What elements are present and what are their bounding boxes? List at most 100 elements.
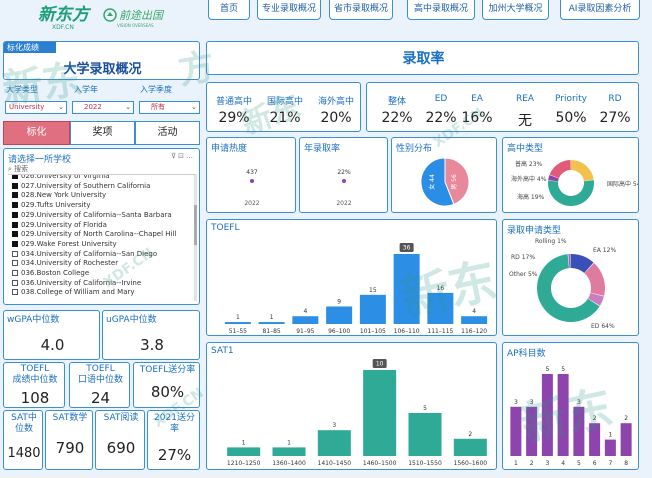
focus-icon[interactable]: ⊡ [178,152,186,160]
search-input[interactable]: 搜索 [14,165,28,173]
school-name: 029.Tufts University [21,201,91,210]
heat-chart: 437 2022 [244,169,259,207]
bar [359,294,386,324]
tick-label: 4 [561,460,565,467]
school-list-item[interactable]: 028.New York University [12,191,106,199]
sat-bar-chart: 1 1210–1250 1 1360–1400 3 1410–1450 10 1460–150… [227,359,487,467]
school-list-item[interactable]: 029.University of North Carolina--Chapel… [12,230,176,238]
bar-label: 10 [376,361,384,368]
school-name: 036.University of California--Irvine [21,278,142,287]
chart-title: SAT1 [211,346,234,356]
tab-activities[interactable]: 活动 [135,121,200,145]
nav-major[interactable]: 专业录取概况 [257,0,321,20]
slice-label: Rolling 1% [535,238,567,245]
filter-label-season: 入学季度 [140,85,172,94]
school-name: 036.Boston College [21,269,90,277]
bar-label: 15 [369,287,377,294]
checkbox[interactable] [12,279,18,286]
tick-label: 8 [624,460,628,467]
school-list-item[interactable]: 029.University of California--Santa Barb… [12,211,172,219]
sat-panel: SAT1 1 1210–1250 1 1360–1400 3 1410–1450 10 146… [206,342,497,470]
tick-label: 91–95 [296,328,314,335]
bar-label: 3 [514,399,518,406]
checkbox[interactable] [12,202,18,209]
school-list-item[interactable]: 034.University of California--San Diego [12,250,157,258]
search-row[interactable]: ⌕ 搜索 [8,165,196,175]
nav-province[interactable]: 省市录取概况 [329,0,393,20]
gender-pie: 女 44 男 56 [420,157,470,207]
checkbox[interactable] [12,175,18,179]
school-list-item[interactable]: 029.University of Florida [12,221,107,229]
rate-value: 16% [461,110,493,126]
checkbox[interactable] [12,289,18,296]
more-icon[interactable]: … [186,152,195,160]
checkbox[interactable] [12,250,18,257]
school-name: 029.University of Florida [21,220,107,229]
stat-label: 率 [169,424,179,434]
bar [408,413,442,456]
checkbox[interactable] [12,270,18,276]
school-name: 029.Wake Forest University [21,239,117,248]
tab-standardized[interactable]: 标化 [3,121,70,145]
school-list-item[interactable]: 036.Boston College [12,269,89,277]
stat-wgpa: wGPA中位数 4.0 [3,310,100,360]
stat-toefl-pass: TOEFL送分率 80% [133,362,200,408]
nav-highschool[interactable]: 高中录取概况 [407,0,475,20]
rate-by-round: 整体 ED EA REA Priority RD 22% 22% 16% 无 5… [366,82,639,132]
tick-label: 7 [608,460,612,467]
school-list-item[interactable]: 036.University of California--Irvine [12,279,141,287]
school-list-item[interactable]: 027.University of Southern California [12,182,150,190]
checkbox[interactable] [12,211,18,218]
checkbox[interactable] [12,260,18,267]
overview-header: 标化成绩 大学录取概况 [3,41,200,80]
chevron-down-icon: ⌄ [58,103,64,111]
bar-label: 16 [437,285,445,292]
bar [427,292,454,324]
checkbox[interactable] [12,240,18,247]
annual-rate-panel: 年录取率 22% 2022 [299,137,388,213]
rate-value: 22% [381,110,413,126]
stat-label: SAT中 [11,413,37,423]
stat-label: uGPA中位数 [106,315,157,325]
bar [557,374,569,456]
school-list-item[interactable]: 029.Tufts University [12,201,91,209]
donut-slice [571,160,594,182]
nav-home[interactable]: 首页 [208,0,250,20]
hs-type-panel: 高中类型 普高 23%国际高中 54%海外高中 4%海高 19% [502,137,639,213]
bar-label: 3 [530,399,534,406]
checkbox[interactable] [12,221,18,228]
bar-label: 4 [303,308,307,315]
checkbox[interactable] [12,182,18,189]
school-list-item[interactable]: 034.University of Rochester [12,259,118,267]
tab-awards[interactable]: 奖项 [70,121,135,145]
rate-value: 27% [599,110,631,126]
filter-season-select[interactable]: 所有 ⌄ [139,101,200,114]
section-label: 标化成绩 [4,42,56,53]
tick-label: 111–115 [427,328,453,335]
nav-uc[interactable]: 加州大学概况 [482,0,549,20]
slice-label: RD 17% [511,254,535,261]
slice-label: 海高 19% [517,193,545,201]
partner-emblem-icon [103,8,117,22]
filter-year-select[interactable]: 2022 ⌄ [72,101,134,114]
nav-ai[interactable]: AI录取因素分析 [560,0,640,20]
tick-label: 2 [530,460,534,467]
filter-type-select[interactable]: University ⌄ [5,101,67,114]
brand-logo: 新东方 XDF.CN [38,6,98,32]
bar-label: 5 [561,366,565,373]
school-list-item[interactable]: 026.University of Virginia [12,175,110,180]
rate-value: 50% [555,110,587,126]
checkbox[interactable] [12,192,18,199]
bar [604,439,616,456]
rate-label: EA [471,94,483,104]
list-scrollbar[interactable] [194,175,197,301]
bar-label: 1 [270,314,274,321]
slice-label: 海外高中 4% [511,175,547,183]
school-list-item[interactable]: 038.College of William and Mary [12,288,135,296]
bar [526,406,538,456]
checkbox[interactable] [12,231,18,238]
rate-label: RD [608,94,622,104]
stat-ugpa: uGPA中位数 3.8 [102,310,200,360]
filter-label-year: 入学年 [74,85,98,94]
school-list-item[interactable]: 029.Wake Forest University [12,240,117,248]
